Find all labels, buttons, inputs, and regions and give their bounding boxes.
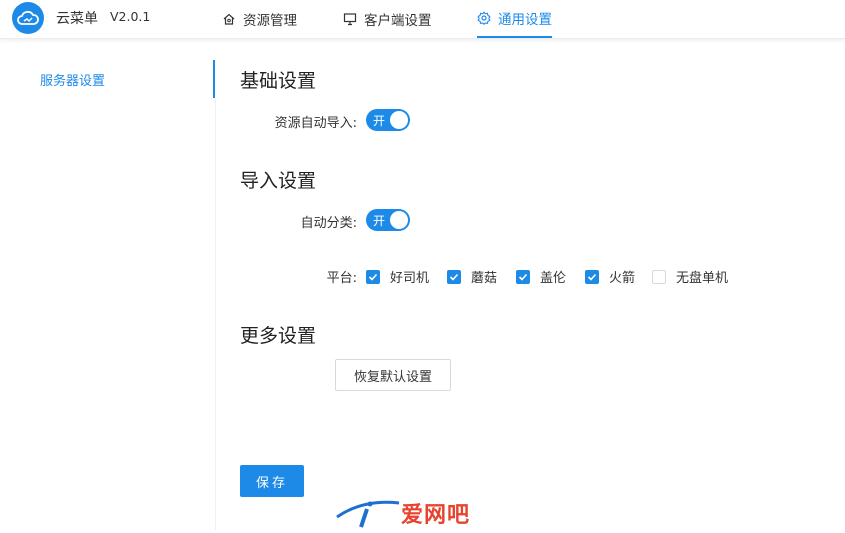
checkbox-checked-icon bbox=[585, 269, 599, 284]
checkbox-label: 盖伦 bbox=[540, 271, 567, 286]
nav-label: 资源管理 bbox=[243, 13, 297, 29]
toggle-label: 开 bbox=[373, 214, 386, 228]
toggle-knob bbox=[390, 111, 408, 129]
auto-classify-label: 自动分类: bbox=[300, 216, 357, 231]
nav-label: 通用设置 bbox=[498, 12, 552, 28]
checkbox-checked-icon bbox=[516, 269, 530, 284]
auto-import-toggle[interactable]: 开 bbox=[366, 109, 410, 131]
sidebar-item-label: 服务器设置 bbox=[40, 73, 106, 89]
nav-resource-management[interactable]: 资源管理 bbox=[222, 0, 297, 38]
save-button[interactable]: 保存 bbox=[240, 465, 304, 497]
nav-general-settings[interactable]: 通用设置 bbox=[477, 0, 552, 38]
section-title-import: 导入设置 bbox=[240, 170, 317, 192]
checkbox-checked-icon bbox=[366, 269, 380, 284]
home-icon bbox=[222, 12, 236, 26]
checkbox-unchecked-icon bbox=[652, 269, 666, 284]
auto-classify-toggle[interactable]: 开 bbox=[366, 209, 410, 231]
checkbox-label: 好司机 bbox=[390, 271, 430, 286]
toggle-knob bbox=[390, 211, 408, 229]
divider bbox=[215, 98, 216, 530]
auto-import-label: 资源自动导入: bbox=[274, 116, 357, 131]
checkbox-label: 无盘单机 bbox=[676, 271, 729, 286]
platform-checkbox-diskless[interactable]: 无盘单机 bbox=[652, 267, 728, 286]
gear-icon bbox=[477, 11, 491, 25]
sidebar: 服务器设置 bbox=[0, 40, 215, 530]
nav-label: 客户端设置 bbox=[364, 13, 432, 29]
restore-defaults-button[interactable]: 恢复默认设置 bbox=[335, 359, 451, 391]
platform-checkbox-gailun[interactable]: 盖伦 bbox=[516, 267, 566, 286]
platform-checkbox-mogu[interactable]: 蘑菇 bbox=[447, 267, 497, 286]
nav-client-settings[interactable]: 客户端设置 bbox=[343, 0, 432, 38]
watermark-text: 爱网吧 bbox=[401, 503, 471, 528]
monitor-icon bbox=[343, 12, 357, 26]
checkbox-checked-icon bbox=[447, 269, 461, 284]
top-bar: 云菜单 V2.0.1 资源管理 客户端设置 通用设置 bbox=[0, 0, 845, 39]
watermark: 爱网吧 bbox=[333, 495, 513, 529]
section-title-more: 更多设置 bbox=[240, 325, 317, 347]
toggle-label: 开 bbox=[373, 114, 386, 128]
platform-checkbox-huojian[interactable]: 火箭 bbox=[585, 267, 635, 286]
platform-checkbox-haosiji[interactable]: 好司机 bbox=[366, 267, 429, 286]
checkbox-label: 火箭 bbox=[609, 271, 636, 286]
checkbox-label: 蘑菇 bbox=[471, 271, 498, 286]
platform-label: 平台: bbox=[326, 271, 357, 286]
cloud-logo-icon bbox=[12, 2, 44, 34]
section-title-basic: 基础设置 bbox=[240, 70, 317, 92]
app-title: 云菜单 bbox=[56, 11, 98, 27]
sidebar-item-server-settings[interactable]: 服务器设置 bbox=[0, 60, 215, 98]
app-version: V2.0.1 bbox=[110, 9, 151, 24]
watermark-logo-icon bbox=[336, 500, 400, 528]
